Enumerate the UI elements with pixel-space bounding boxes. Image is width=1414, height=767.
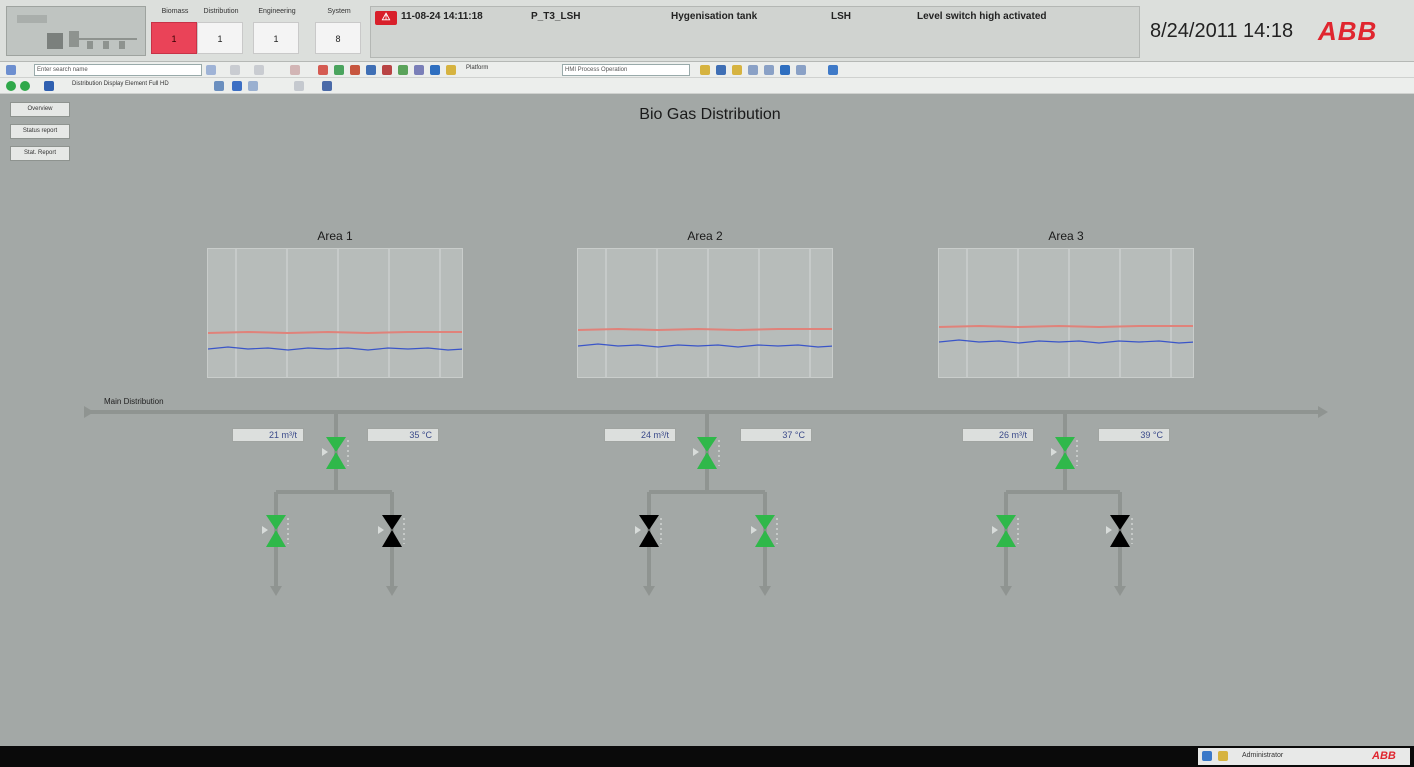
taskbar-abb-logo: ABB (1372, 750, 1396, 762)
flow-value-area-2[interactable]: 24 m³/t (604, 428, 676, 442)
branch-valve-area-2-b[interactable] (751, 512, 779, 552)
main-line-arrow-icon (1318, 406, 1328, 418)
taskbar: Administrator ABB (0, 746, 1414, 767)
network-icon[interactable] (1202, 751, 1212, 761)
branch-valve-area-1-a[interactable] (262, 512, 290, 552)
temperature-value-area-3[interactable]: 39 °C (1098, 428, 1170, 442)
valve-open-icon (992, 515, 1019, 547)
branch-valve-area-2-a[interactable] (635, 512, 663, 552)
valve-open-icon (262, 515, 289, 547)
main-valve-area-2[interactable] (693, 434, 721, 474)
system-tray: Administrator ABB (1198, 748, 1410, 765)
valve-open-icon (1051, 437, 1078, 469)
branch-valve-area-1-b[interactable] (378, 512, 406, 552)
temperature-value-area-1[interactable]: 35 °C (367, 428, 439, 442)
branch-valve-area-3-b[interactable] (1106, 512, 1134, 552)
user-icon[interactable] (1218, 751, 1228, 761)
temperature-value-area-2[interactable]: 37 °C (740, 428, 812, 442)
logged-in-user[interactable]: Administrator (1242, 752, 1283, 759)
main-valve-area-3[interactable] (1051, 434, 1079, 474)
valve-open-icon (693, 437, 720, 469)
valve-open-icon (322, 437, 349, 469)
valve-closed-icon (378, 515, 405, 547)
operator-workplace: Biomass 1 Distribution 1 Engineering 1 S… (0, 0, 1414, 767)
flow-value-area-3[interactable]: 26 m³/t (962, 428, 1034, 442)
valve-closed-icon (1106, 515, 1133, 547)
pipe-network (84, 406, 1328, 596)
main-valve-area-1[interactable] (322, 434, 350, 474)
flow-value-area-1[interactable]: 21 m³/t (232, 428, 304, 442)
valve-open-icon (751, 515, 778, 547)
valve-closed-icon (635, 515, 662, 547)
branch-valve-area-3-a[interactable] (992, 512, 1020, 552)
